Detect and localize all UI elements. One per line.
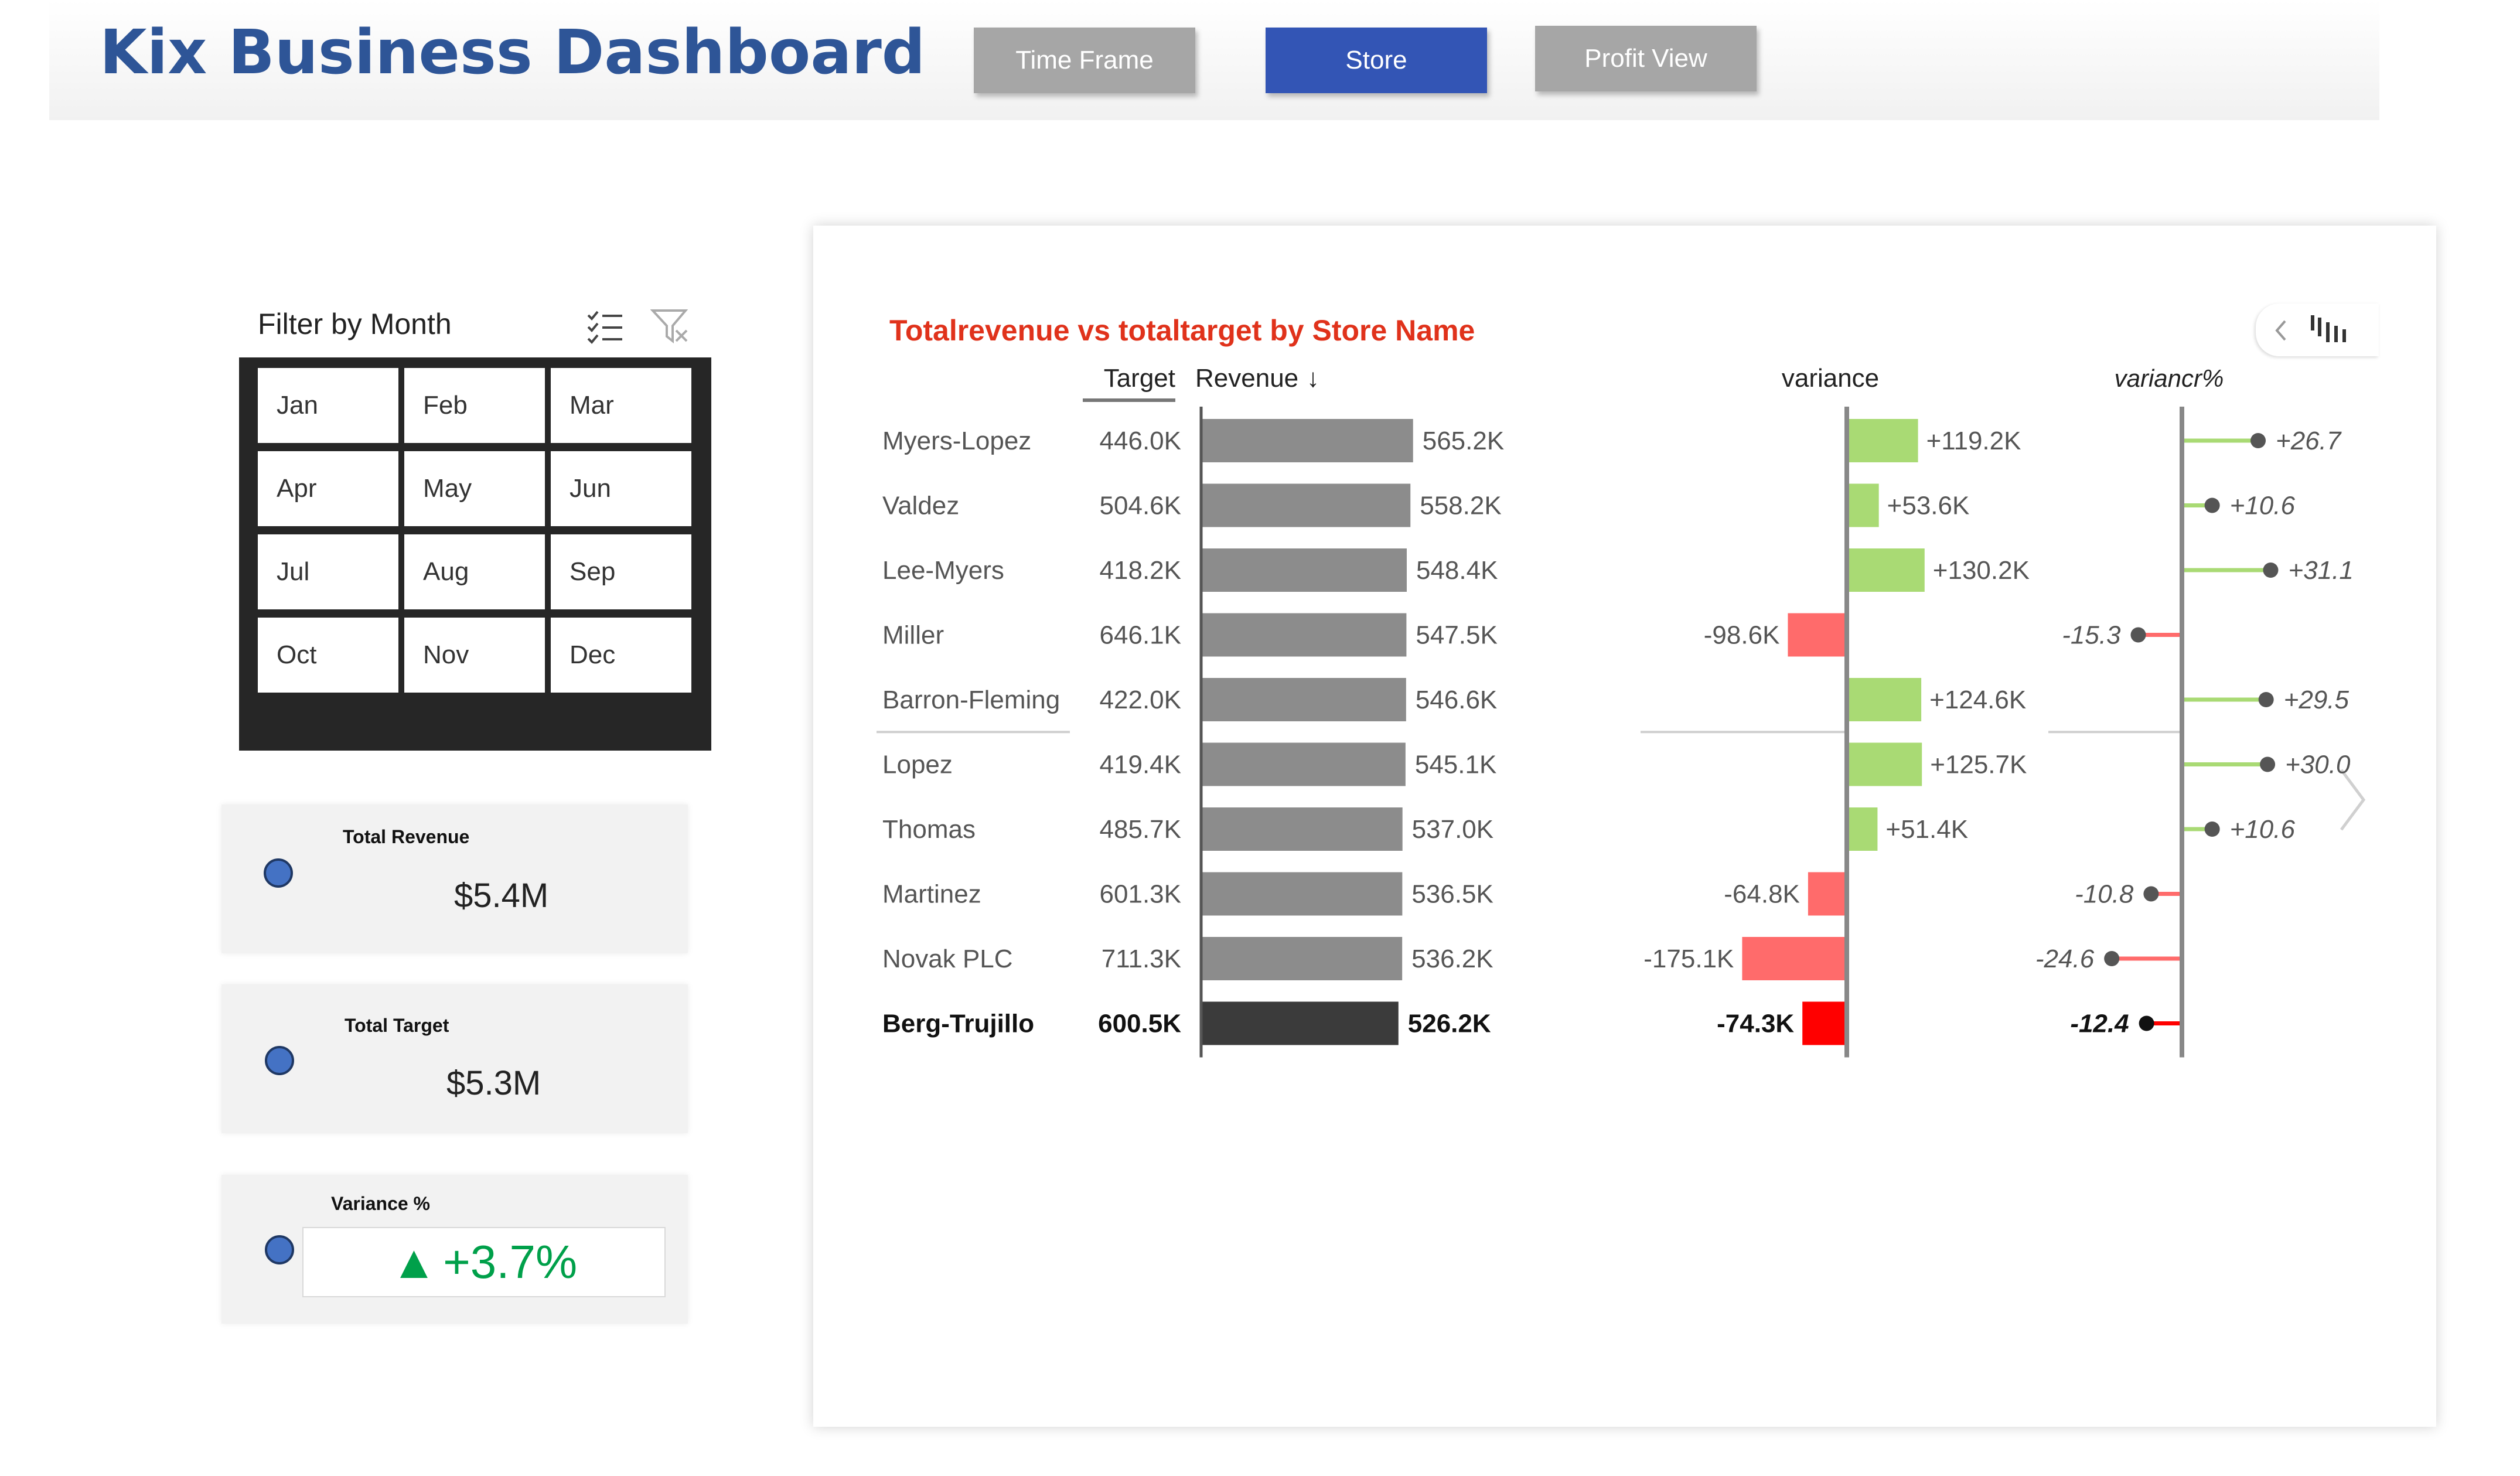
revenue-value-label: 548.4K <box>1416 556 1498 585</box>
variance-bar <box>1847 419 1918 462</box>
chart-svg: Target Revenue ↓ variance variancr% Myers-Lop… <box>877 364 2354 1058</box>
revenue-bar <box>1201 1001 1399 1045</box>
variance-value-label: +53.6K <box>1887 492 1970 520</box>
variance-pct-value-label: +10.6 <box>2230 492 2296 520</box>
variance-pct-value-label: +30.0 <box>2285 751 2351 779</box>
variance-pct-value-label: +31.1 <box>2288 556 2353 585</box>
target-value-label: 485.7K <box>1100 815 1181 844</box>
variance-bar <box>1847 483 1879 527</box>
revenue-value-label: 536.5K <box>1411 880 1493 909</box>
variance-pct-dot <box>2250 433 2266 448</box>
target-value-label: 422.0K <box>1100 686 1181 714</box>
variance-value-label: +124.6K <box>1929 686 2026 714</box>
variance-pct-dot <box>2258 692 2274 707</box>
variance-pct-dot <box>2104 951 2120 966</box>
store-name-label: Valdez <box>882 492 959 520</box>
variance-value-label: -64.8K <box>1724 880 1800 909</box>
target-value-label: 646.1K <box>1100 621 1181 650</box>
variance-bar <box>1788 613 1847 657</box>
variance-pct-value-label: -10.8 <box>2075 880 2134 909</box>
arrow-down-icon: ↓ <box>1307 364 1319 393</box>
revenue-value-label: 526.2K <box>1408 1010 1491 1038</box>
variance-pct-dot <box>2204 497 2220 513</box>
variance-bar <box>1742 937 1847 980</box>
variance-pct-dot <box>2263 563 2279 578</box>
revenue-bar <box>1201 678 1406 721</box>
variance-pct-value-label: -24.6 <box>2035 945 2095 973</box>
variance-pct-dot <box>2204 821 2220 837</box>
revenue-value-label: 565.2K <box>1423 427 1504 455</box>
store-name-label: Miller <box>882 621 944 650</box>
variance-pct-value-label: +29.5 <box>2284 686 2350 714</box>
target-value-label: 418.2K <box>1100 556 1181 585</box>
target-value-label: 711.3K <box>1102 945 1181 973</box>
store-name-label: Lee-Myers <box>882 556 1004 585</box>
variance-value-label: +51.4K <box>1885 815 1968 844</box>
revenue-bar <box>1201 613 1407 657</box>
variance-bar <box>1802 1001 1847 1045</box>
target-value-label: 601.3K <box>1100 880 1181 909</box>
target-value-label: 419.4K <box>1100 751 1181 779</box>
revenue-value-label: 546.6K <box>1416 686 1497 714</box>
revenue-bar <box>1201 548 1407 592</box>
column-header-target: Target <box>1104 364 1175 393</box>
column-header-variance: variance <box>1782 364 1879 393</box>
store-name-label: Novak PLC <box>882 945 1013 973</box>
variance-pct-value-label: -12.4 <box>2070 1010 2129 1038</box>
store-name-label: Thomas <box>882 815 976 844</box>
variance-pct-value-label: -15.3 <box>2062 621 2121 650</box>
column-header-variance-pct: variancr% <box>2115 364 2224 392</box>
store-name-label: Lopez <box>882 751 953 779</box>
variance-pct-dot <box>2143 886 2159 902</box>
revenue-bar <box>1201 807 1403 851</box>
variance-bar <box>1847 678 1922 721</box>
variance-bar <box>1808 872 1847 916</box>
variance-bar <box>1847 742 1922 786</box>
revenue-bar <box>1201 872 1403 916</box>
revenue-bar <box>1201 742 1406 786</box>
variance-value-label: +130.2K <box>1933 556 2030 585</box>
variance-value-label: -98.6K <box>1704 621 1780 650</box>
store-name-label: Myers-Lopez <box>882 427 1031 455</box>
revenue-value-label: 545.1K <box>1415 751 1496 779</box>
variance-pct-dot <box>2260 756 2276 772</box>
column-header-revenue: Revenue <box>1195 364 1298 393</box>
variance-value-label: -175.1K <box>1643 945 1734 973</box>
revenue-value-label: 536.2K <box>1411 945 1493 973</box>
target-value-label: 446.0K <box>1100 427 1181 455</box>
revenue-value-label: 547.5K <box>1416 621 1497 650</box>
target-value-label: 504.6K <box>1100 492 1181 520</box>
revenue-value-label: 537.0K <box>1412 815 1493 844</box>
revenue-value-label: 558.2K <box>1420 492 1501 520</box>
revenue-bar <box>1201 419 1413 462</box>
variance-pct-value-label: +26.7 <box>2276 427 2342 455</box>
variance-pct-value-label: +10.6 <box>2230 815 2296 844</box>
store-name-label: Barron-Fleming <box>882 686 1060 714</box>
variance-pct-dot <box>2130 627 2146 643</box>
store-name-label: Berg-Trujillo <box>882 1010 1034 1038</box>
variance-value-label: +125.7K <box>1930 751 2027 779</box>
store-name-label: Martinez <box>882 880 981 909</box>
target-value-label: 600.5K <box>1098 1010 1181 1038</box>
variance-bar <box>1847 548 1925 592</box>
revenue-bar <box>1201 937 1403 980</box>
variance-value-label: -74.3K <box>1717 1010 1794 1038</box>
variance-value-label: +119.2K <box>1926 427 2021 455</box>
variance-pct-dot <box>2139 1015 2154 1031</box>
revenue-bar <box>1201 483 1411 527</box>
variance-bar <box>1847 807 1878 851</box>
